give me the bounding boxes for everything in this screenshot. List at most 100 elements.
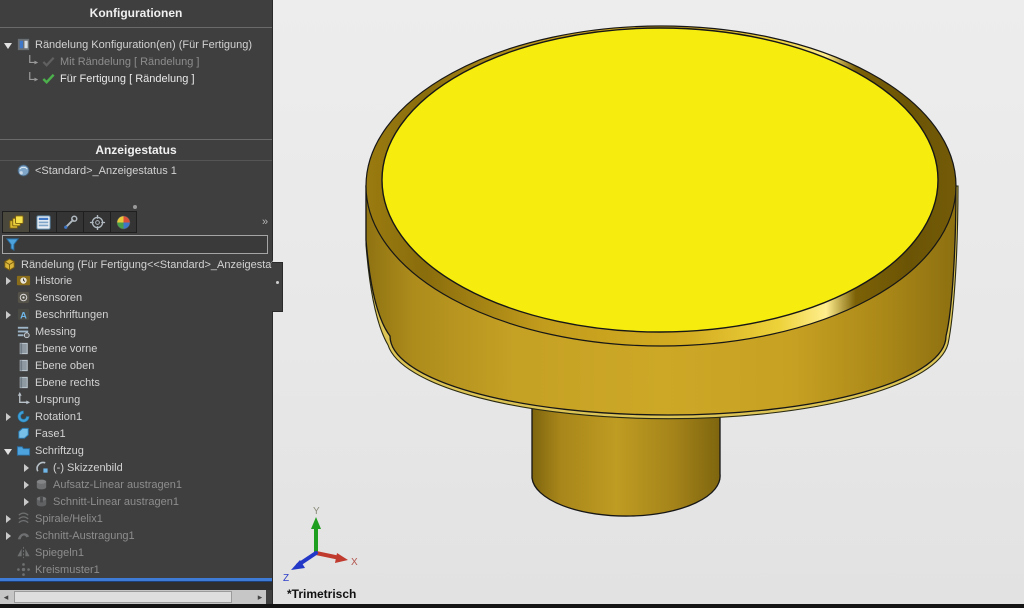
expand-arrow-icon[interactable] (22, 480, 32, 490)
mirror-icon (16, 545, 31, 560)
display-state-icon (16, 163, 31, 178)
expand-arrow-icon[interactable] (4, 531, 14, 541)
feature-tree-item[interactable]: Rotation1 (0, 408, 272, 425)
feature-tree-item[interactable]: Schnitt-Linear austragen1 (0, 493, 272, 510)
item-label: Kreismuster1 (35, 564, 100, 576)
feature-tree-item[interactable]: Schnitt-Austragung1 (0, 527, 272, 544)
feature-tree-item[interactable]: Spiegeln1 (0, 544, 272, 561)
expand-arrow-icon[interactable] (4, 514, 14, 524)
filter-input[interactable] (20, 237, 267, 253)
item-label: <Standard>_Anzeigestatus 1 (35, 165, 177, 177)
display-state-item[interactable]: <Standard>_Anzeigestatus 1 (12, 162, 284, 179)
chamfer-icon (16, 426, 31, 441)
feature-tree-item[interactable]: (-) Skizzenbild (0, 459, 272, 476)
feature-tree-root[interactable]: Rändelung (Für Fertigung<<Standard>_Anze… (0, 256, 274, 273)
item-label: Ebene rechts (35, 377, 100, 389)
feature-tree-item[interactable]: Schriftzug (0, 442, 272, 459)
feature-tree-root-label: Rändelung (Für Fertigung<<Standard>_Anze… (21, 259, 274, 271)
triad-x-label: X (351, 557, 358, 568)
feature-tree-item[interactable]: Ebene oben (0, 357, 272, 374)
plane-icon (16, 375, 31, 390)
manager-tabbar (2, 211, 137, 233)
tab-configuration-manager[interactable] (2, 211, 29, 233)
branch-icon (26, 71, 41, 86)
tree-filter-box[interactable] (2, 235, 268, 254)
feature-tree-item[interactable]: Spirale/Helix1 (0, 510, 272, 527)
feature-tree-item[interactable]: Fase1 (0, 425, 272, 442)
expand-arrow-icon[interactable] (22, 463, 32, 473)
item-label: Rändelung Konfiguration(en) (Für Fertigu… (35, 39, 252, 51)
horizontal-scrollbar[interactable]: ◂ ▸ (0, 590, 266, 604)
model-knob[interactable] (272, 0, 1024, 608)
helix-icon (16, 511, 31, 526)
expand-arrow-icon (4, 293, 14, 303)
expand-arrow-icon (4, 361, 14, 371)
triad-z-label: Z (283, 573, 289, 584)
expand-arrow-icon (4, 565, 14, 575)
item-label: Mit Rändelung [ Rändelung ] (60, 56, 199, 68)
item-label: Spiegeln1 (35, 547, 84, 559)
expand-arrow-icon[interactable] (4, 446, 14, 456)
revolve-icon (16, 409, 31, 424)
feature-tree-item[interactable]: Sensoren (0, 289, 272, 306)
expand-arrow-icon[interactable] (4, 310, 14, 320)
feature-tree-item[interactable]: Kreismuster1 (0, 561, 272, 578)
config-item[interactable]: Mit Rändelung [ Rändelung ] (0, 53, 272, 70)
expand-arrow-icon (4, 344, 14, 354)
plane-icon (16, 358, 31, 373)
tab-feature-manager[interactable] (29, 211, 56, 233)
feature-tree-item[interactable]: A Beschriftungen (0, 306, 272, 323)
origin-icon (16, 392, 31, 407)
configuration-root-icon (16, 37, 31, 52)
feature-tree-item[interactable]: Historie (0, 272, 272, 289)
check-green-icon (41, 71, 56, 86)
feature-tree-item[interactable]: Ebene vorne (0, 340, 272, 357)
panel-flyout-handle[interactable] (272, 262, 283, 312)
item-label: Historie (35, 275, 72, 287)
taskbar-edge (0, 604, 1024, 608)
orientation-triad: Y X Z (280, 505, 364, 589)
folder-icon (16, 443, 31, 458)
view-orientation-label: *Trimetrisch (287, 587, 356, 601)
tab-dimxpert-manager[interactable] (83, 211, 110, 233)
solidworks-window: Y X Z *Trimetrisch Konfigurationen Rände… (0, 0, 1024, 608)
expand-arrow-icon (4, 327, 14, 337)
part-icon (2, 257, 17, 272)
tab-display-manager[interactable] (110, 211, 137, 233)
feature-tree-item[interactable]: Ursprung (0, 391, 272, 408)
expand-arrow-icon[interactable] (4, 276, 14, 286)
panel-splitter-handle[interactable] (133, 205, 137, 209)
annotations-icon: A (16, 307, 31, 322)
item-label: Sensoren (35, 292, 82, 304)
tab-property-manager[interactable] (56, 211, 83, 233)
item-label: (-) Skizzenbild (53, 462, 123, 474)
filter-funnel-icon (5, 237, 20, 252)
scrollbar-thumb[interactable] (14, 591, 232, 603)
circular-pattern-icon (16, 562, 31, 577)
expand-arrow-icon[interactable] (22, 497, 32, 507)
scroll-left-button[interactable]: ◂ (0, 590, 12, 604)
config-tree-root[interactable]: Rändelung Konfiguration(en) (Für Fertigu… (0, 36, 272, 53)
item-label: Ebene oben (35, 360, 94, 372)
scroll-right-button[interactable]: ▸ (254, 590, 266, 604)
graphics-viewport[interactable]: Y X Z *Trimetrisch (272, 0, 1024, 604)
item-label: Rotation1 (35, 411, 82, 423)
item-label: Beschriftungen (35, 309, 108, 321)
feature-tree-item[interactable]: Ebene rechts (0, 374, 272, 391)
item-label: Spirale/Helix1 (35, 513, 103, 525)
config-item[interactable]: Für Fertigung [ Rändelung ] (0, 70, 272, 87)
expand-arrow-icon (4, 429, 14, 439)
svg-text:A: A (20, 310, 27, 320)
expand-arrow-icon[interactable] (4, 40, 14, 50)
cut-sweep-icon (16, 528, 31, 543)
expand-arrow-icon[interactable] (4, 412, 14, 422)
item-label: Für Fertigung [ Rändelung ] (60, 73, 195, 85)
sensors-icon (16, 290, 31, 305)
feature-tree-item[interactable]: Aufsatz-Linear austragen1 (0, 476, 272, 493)
item-label: Messing (35, 326, 76, 338)
feature-tree-item[interactable]: Messing (0, 323, 272, 340)
manager-panel: Konfigurationen Rändelung Konfiguration(… (0, 0, 273, 604)
item-label: Ebene vorne (35, 343, 97, 355)
boss-extrude-icon (34, 477, 49, 492)
tab-overflow-chevron-icon[interactable]: » (258, 211, 272, 233)
